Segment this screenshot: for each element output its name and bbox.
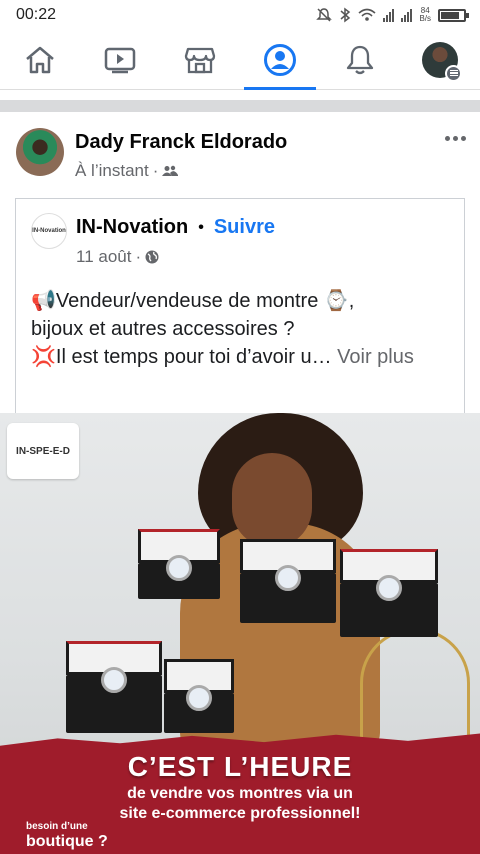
net-speed: 84 B/s bbox=[419, 6, 431, 23]
page-name[interactable]: IN-Novation bbox=[76, 216, 188, 239]
shared-meta: 11 août · bbox=[76, 247, 159, 267]
image-subline: de vendre vos montres via un site e-comm… bbox=[119, 785, 361, 822]
signal-icon bbox=[401, 8, 413, 22]
top-nav bbox=[0, 30, 480, 90]
notifications-icon bbox=[346, 45, 374, 74]
home-icon bbox=[26, 46, 54, 73]
shared-post[interactable]: IN-Novation IN-Novation • Suivre 11 août… bbox=[15, 198, 465, 413]
nav-marketplace[interactable] bbox=[170, 30, 230, 90]
woman-face bbox=[232, 453, 312, 548]
status-icons: 84 B/s bbox=[316, 6, 469, 23]
author-name[interactable]: Dady Franck Eldorado bbox=[75, 131, 287, 154]
watch-box bbox=[240, 539, 336, 623]
image-besoin: besoin d’une bbox=[26, 821, 88, 832]
watch-box bbox=[340, 549, 438, 637]
watch-icon bbox=[104, 47, 136, 73]
watch-box bbox=[164, 659, 234, 733]
bluetooth-icon bbox=[340, 7, 351, 23]
follow-button[interactable]: Suivre bbox=[214, 216, 275, 239]
see-more-link[interactable]: Voir plus bbox=[337, 346, 414, 368]
shared-date[interactable]: 11 août bbox=[76, 247, 131, 267]
post-text: 📢Vendeur/vendeuse de montre ⌚, bijoux et… bbox=[31, 290, 414, 368]
globe-icon bbox=[145, 250, 159, 264]
battery-icon bbox=[438, 8, 469, 22]
author-avatar[interactable] bbox=[16, 128, 64, 176]
image-headline: C’EST L’HEURE bbox=[127, 751, 353, 782]
nav-profile-menu[interactable] bbox=[410, 30, 470, 90]
name-separator: • bbox=[198, 218, 204, 236]
page-header: IN-Novation • Suivre bbox=[76, 216, 275, 239]
mute-icon bbox=[316, 8, 333, 22]
status-time: 00:22 bbox=[16, 6, 57, 23]
post-meta: À l’instant · bbox=[75, 161, 179, 181]
more-options-icon[interactable] bbox=[445, 136, 466, 141]
friends-icon bbox=[162, 165, 179, 176]
in-speed-logo: IN-SPE-E-D bbox=[7, 423, 79, 479]
profile-avatar bbox=[422, 41, 462, 82]
signal-icon bbox=[383, 8, 395, 22]
nav-watch[interactable] bbox=[90, 30, 150, 90]
feed-separator bbox=[0, 100, 480, 112]
watch-box bbox=[66, 641, 162, 733]
wifi-icon bbox=[358, 8, 376, 21]
post-image[interactable]: IN-SPE-E-D C’EST L’HEURE de vendre vos m… bbox=[0, 413, 480, 854]
marketplace-icon bbox=[184, 47, 216, 73]
image-boutique: boutique ? bbox=[26, 833, 108, 850]
post-time[interactable]: À l’instant bbox=[75, 161, 149, 181]
nav-notifications[interactable] bbox=[330, 30, 390, 90]
menu-icon bbox=[445, 64, 462, 82]
status-bar: 00:22 84 B/s bbox=[0, 0, 480, 30]
gold-table bbox=[360, 628, 470, 738]
watch-box bbox=[138, 529, 220, 599]
nav-groups[interactable] bbox=[244, 30, 316, 90]
nav-home[interactable] bbox=[10, 30, 70, 90]
post-header: Dady Franck Eldorado À l’instant · bbox=[0, 118, 480, 190]
page-logo[interactable]: IN-Novation bbox=[31, 213, 67, 249]
groups-icon bbox=[264, 43, 296, 76]
